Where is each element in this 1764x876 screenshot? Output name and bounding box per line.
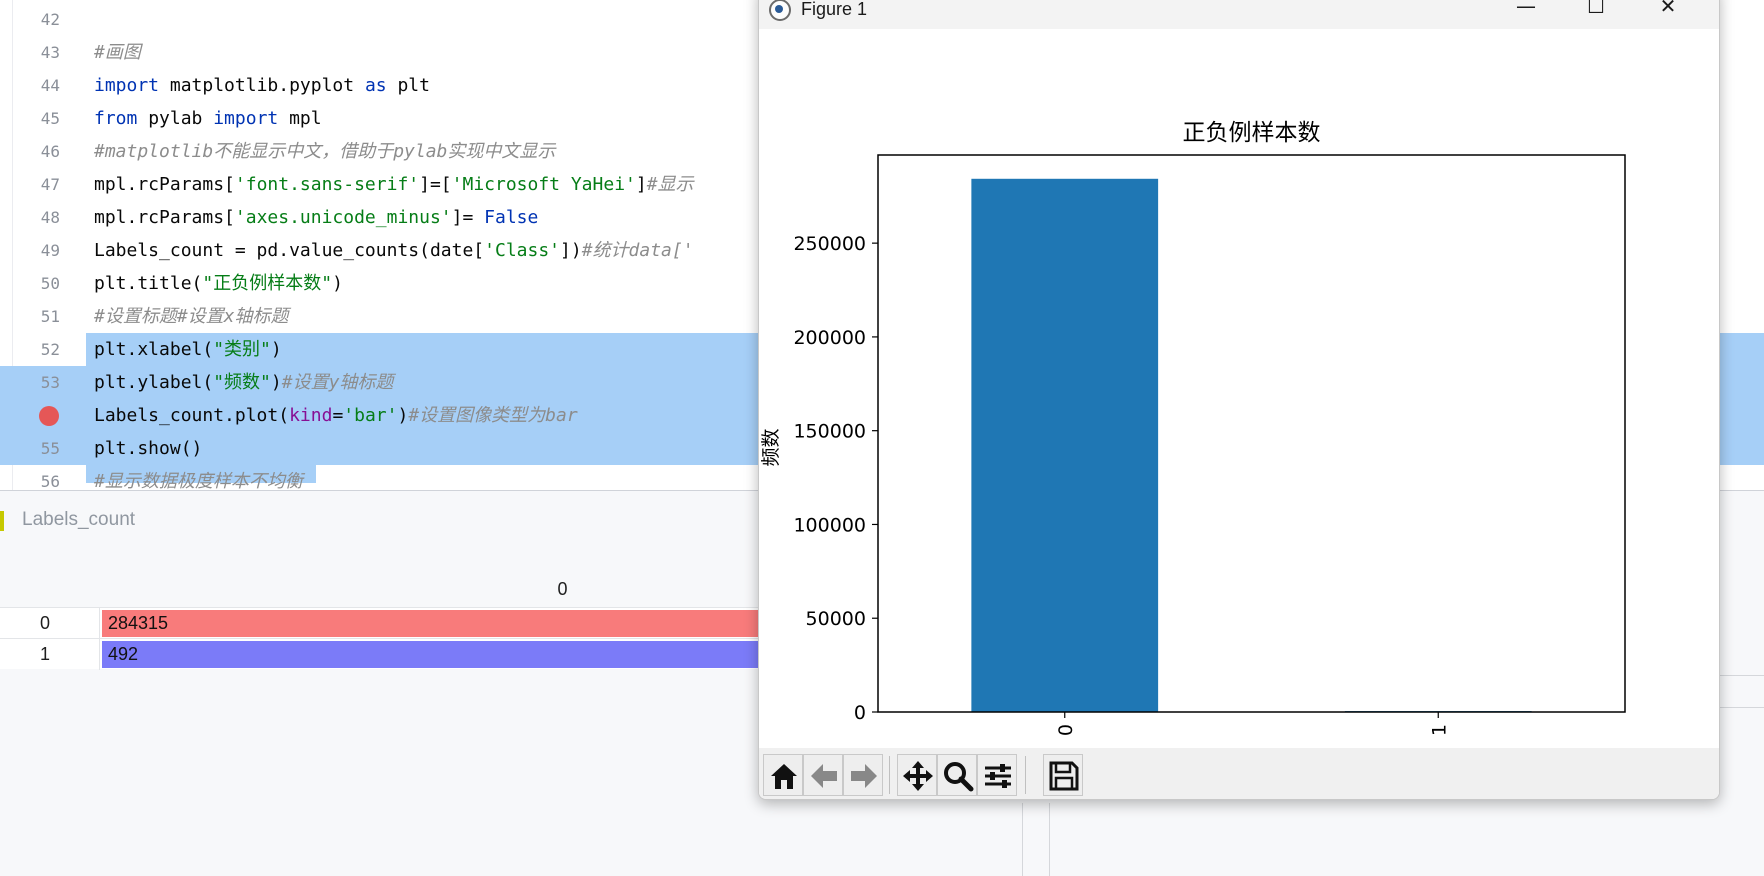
chart-title: 正负例样本数 xyxy=(1183,120,1321,146)
row-index: 1 xyxy=(0,639,100,670)
line-number: 46 xyxy=(40,142,60,161)
toolbar-separator xyxy=(889,756,890,794)
code-text[interactable]: mpl.rcParams['axes.unicode_minus']= Fals… xyxy=(94,201,538,234)
panel-divider xyxy=(1049,803,1050,876)
code-text[interactable]: #matplotlib不能显示中文，借助于pylab实现中文显示 xyxy=(94,135,555,168)
window-titlebar[interactable]: Figure 1 — ☐ ✕ xyxy=(759,0,1719,29)
line-number: 43 xyxy=(40,43,60,62)
grid-line xyxy=(1720,707,1764,708)
code-text[interactable]: #设置标题#设置x轴标题 xyxy=(94,300,289,333)
minimize-button[interactable]: — xyxy=(1491,0,1561,29)
y-tick-label: 200000 xyxy=(793,327,866,349)
figure-window[interactable]: Figure 1 — ☐ ✕ 正负例样本数 0 50000 100000 150000 2… xyxy=(758,0,1720,800)
line-number: 53 xyxy=(40,373,60,392)
y-tick-label: 250000 xyxy=(793,233,866,255)
line-number: 56 xyxy=(40,472,60,490)
line-number: 55 xyxy=(40,439,60,458)
back-arrow-icon xyxy=(811,764,837,788)
zoom-button[interactable] xyxy=(937,754,977,796)
close-button[interactable]: ✕ xyxy=(1633,0,1703,29)
code-text[interactable]: Labels_count = pd.value_counts(date['Cla… xyxy=(94,234,694,267)
forward-button[interactable] xyxy=(843,754,883,796)
pan-icon xyxy=(903,761,933,791)
code-text[interactable]: #显示数据极度样本不均衡 xyxy=(94,465,303,490)
line-number: 42 xyxy=(40,10,60,29)
home-icon xyxy=(771,764,797,789)
code-text[interactable]: plt.show() xyxy=(94,432,202,465)
code-text[interactable]: import matplotlib.pyplot as plt xyxy=(94,69,430,102)
code-text[interactable]: #画图 xyxy=(94,36,141,69)
pan-button[interactable] xyxy=(897,754,937,796)
navigation-toolbar xyxy=(759,748,1719,799)
toolbar-separator xyxy=(1025,756,1026,794)
code-text[interactable]: mpl.rcParams['font.sans-serif']=['Micros… xyxy=(94,168,694,201)
viewer-title: Labels_count xyxy=(22,509,136,530)
y-tick-label: 0 xyxy=(854,702,866,724)
line-number: 50 xyxy=(40,274,60,293)
line-number: 45 xyxy=(40,109,60,128)
forward-arrow-icon xyxy=(851,764,877,788)
line-number: 51 xyxy=(40,307,60,326)
x-tick-label: 0 xyxy=(1055,724,1077,736)
line-number: 49 xyxy=(40,241,60,260)
x-tick-label: 1 xyxy=(1428,724,1450,736)
row-index: 0 xyxy=(0,608,100,639)
y-tick-label: 50000 xyxy=(806,608,866,630)
y-axis-label: 频数 xyxy=(760,428,782,466)
code-text[interactable]: plt.xlabel("类别") xyxy=(94,333,282,366)
code-text[interactable]: Labels_count.plot(kind='bar')#设置图像类型为bar xyxy=(94,399,578,432)
maximize-button[interactable]: ☐ xyxy=(1561,0,1631,29)
line-number: 48 xyxy=(40,208,60,227)
back-button[interactable] xyxy=(803,754,843,796)
save-icon xyxy=(1049,761,1079,791)
configure-subplots-icon xyxy=(985,764,1011,788)
viewer-marker xyxy=(0,511,4,531)
line-number: 44 xyxy=(40,76,60,95)
save-button[interactable] xyxy=(1043,754,1083,796)
bar-chart: 正负例样本数05000010000015000020000025000001类别… xyxy=(760,120,1626,764)
grid-line xyxy=(1720,675,1764,676)
zoom-icon xyxy=(944,762,974,792)
y-tick-label: 100000 xyxy=(793,514,866,536)
window-title: Figure 1 xyxy=(801,0,868,19)
bar-0 xyxy=(971,178,1159,712)
plot-canvas[interactable]: 正负例样本数05000010000015000020000025000001类别… xyxy=(759,29,1719,764)
breakpoint-icon[interactable] xyxy=(39,406,59,426)
y-tick-label: 150000 xyxy=(793,421,866,443)
code-text[interactable]: plt.title("正负例样本数") xyxy=(94,267,343,300)
line-number: 52 xyxy=(40,340,60,359)
home-button[interactable] xyxy=(763,754,803,796)
code-text[interactable]: from pylab import mpl xyxy=(94,102,322,135)
code-text[interactable]: plt.ylabel("频数")#设置y轴标题 xyxy=(94,366,393,399)
line-number: 47 xyxy=(40,175,60,194)
panel-divider xyxy=(1022,803,1023,876)
matplotlib-app-icon xyxy=(769,0,791,21)
configure-subplots-button[interactable] xyxy=(977,754,1017,796)
